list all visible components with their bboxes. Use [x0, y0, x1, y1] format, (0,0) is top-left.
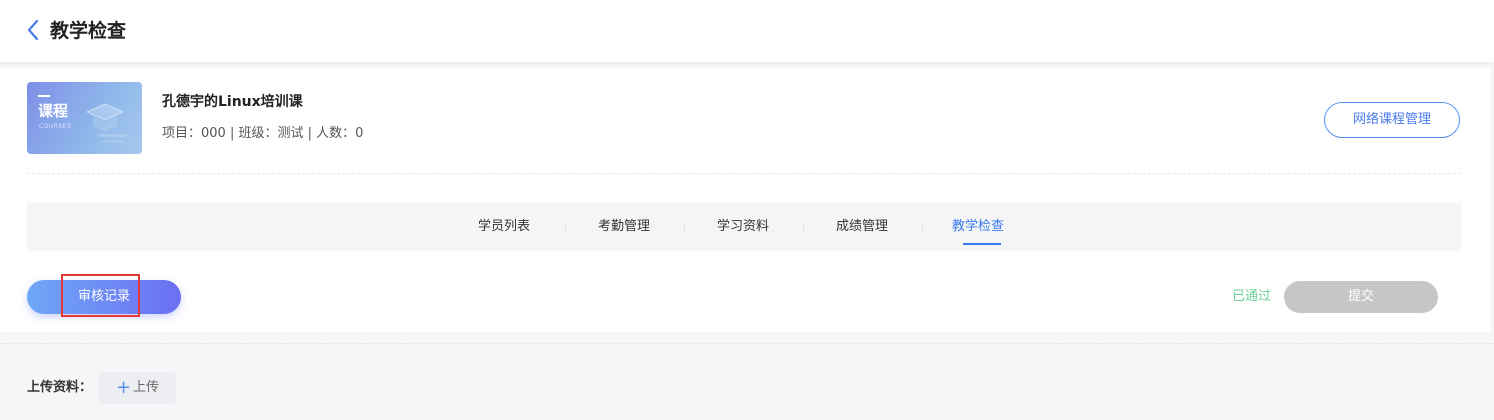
tab-separator [922, 223, 923, 233]
section-divider [0, 343, 1494, 344]
upload-button[interactable]: + 上传 [99, 372, 176, 404]
course-thumbnail: 课程 COURSES [27, 82, 142, 154]
network-course-manage-button[interactable]: 网络课程管理 [1324, 102, 1460, 138]
tab-materials[interactable]: 学习资料 [717, 203, 769, 251]
submit-button[interactable]: 提交 [1284, 281, 1438, 313]
audit-record-button[interactable]: 审核记录 [27, 280, 181, 314]
top-bar: 教学检查 [0, 0, 1494, 62]
tab-attendance[interactable]: 考勤管理 [598, 203, 650, 251]
course-card: 课程 COURSES 孔德宇的Linux培训课 项目：000 | 班级：测试 |… [0, 68, 1490, 332]
upload-button-label: 上传 [133, 380, 160, 395]
plus-icon: + [115, 377, 132, 398]
course-meta: 项目：000 | 班级：测试 | 人数：0 [162, 126, 364, 141]
upload-label: 上传资料： [27, 380, 93, 395]
thumb-bar [38, 95, 50, 97]
course-title: 孔德宇的Linux培训课 [162, 94, 303, 110]
thumb-title: 课程 [38, 102, 69, 120]
divider [27, 173, 1461, 174]
tab-grades[interactable]: 成绩管理 [836, 203, 888, 251]
page-title: 教学检查 [50, 20, 127, 42]
back-arrow-icon[interactable] [22, 18, 44, 42]
thumb-subtitle: COURSES [39, 123, 72, 130]
tab-separator [684, 223, 685, 233]
status-passed: 已通过 [1232, 289, 1272, 304]
tab-separator [803, 223, 804, 233]
active-tab-indicator [963, 243, 1001, 245]
tab-separator [565, 223, 566, 233]
tab-student-list[interactable]: 学员列表 [478, 203, 530, 251]
tab-bar: 学员列表 考勤管理 学习资料 成绩管理 教学检查 [27, 203, 1461, 251]
